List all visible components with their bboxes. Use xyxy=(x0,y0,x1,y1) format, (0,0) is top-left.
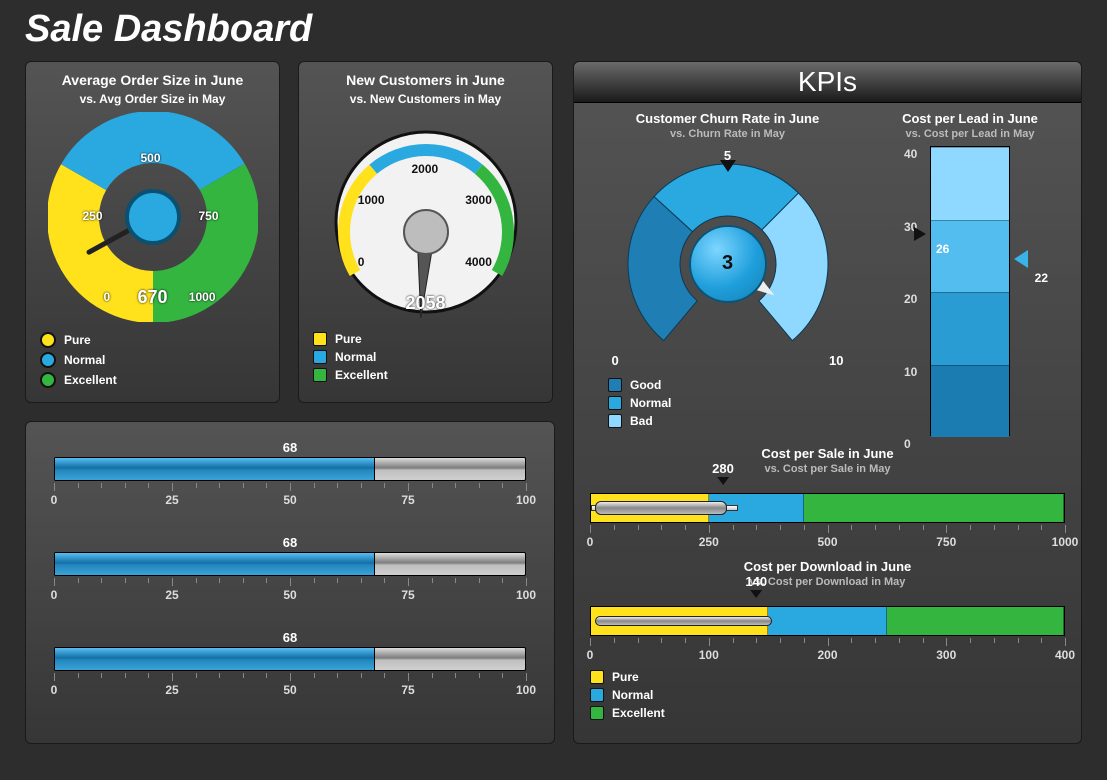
bar-fill-icon xyxy=(55,553,375,575)
kpi-header: KPIs xyxy=(574,62,1081,103)
legend-label: Normal xyxy=(335,350,376,364)
legend-label: Normal xyxy=(64,353,105,367)
churn-tick: 10 xyxy=(829,353,843,368)
bar-track xyxy=(54,647,526,671)
avg-order-subtitle: vs. Avg Order Size in May xyxy=(40,92,265,106)
page-title: Sale Dashboard xyxy=(25,0,1082,61)
excellent-swatch-icon xyxy=(40,372,56,388)
legend-label: Pure xyxy=(64,333,91,347)
panel-new-customers: New Customers in June vs. New Customers … xyxy=(298,61,553,403)
legend-label: Pure xyxy=(612,670,639,684)
cost-download-title: Cost per Download in June xyxy=(590,559,1065,574)
legend-label: Normal xyxy=(612,688,653,702)
cost-download-value: 140 xyxy=(745,574,767,589)
cost-lead-title: Cost per Lead in June xyxy=(875,111,1065,126)
legend-label: Excellent xyxy=(335,368,388,382)
avg-order-value: 670 xyxy=(137,287,167,308)
cost-download-subtitle: vs. Cost per Download in May xyxy=(590,576,1065,588)
actual-marker-icon xyxy=(914,227,926,241)
avg-order-legend: Pure Normal Excellent xyxy=(40,332,265,388)
avg-order-gauge: 670 25050075001000 xyxy=(48,112,258,322)
churn-tick: 0 xyxy=(612,353,619,368)
pure-swatch-icon xyxy=(40,332,56,348)
panel-progress-bars: 680255075100 680255075100 680255075100 xyxy=(25,421,555,744)
bar-value: 68 xyxy=(54,440,526,455)
target-value: 22 xyxy=(1035,271,1048,285)
bar-track xyxy=(54,552,526,576)
churn-subtitle: vs. Churn Rate in May xyxy=(590,128,865,140)
new-customers-gauge: 2058 01000200030004000 xyxy=(321,112,531,322)
cost-download-thumb-icon xyxy=(595,616,772,626)
pure-swatch-icon xyxy=(313,332,327,346)
cost-per-download-chart: Cost per Download in June vs. Cost per D… xyxy=(590,559,1065,662)
excellent-swatch-icon xyxy=(590,706,604,720)
bar-value: 68 xyxy=(54,630,526,645)
legend-label: Normal xyxy=(630,396,671,410)
churn-chart: Customer Churn Rate in June vs. Churn Ra… xyxy=(590,111,865,436)
good-swatch-icon xyxy=(608,378,622,392)
legend-label: Good xyxy=(630,378,661,392)
new-customers-subtitle: vs. New Customers in May xyxy=(313,92,538,106)
cost-per-lead-chart: Cost per Lead in June vs. Cost per Lead … xyxy=(875,111,1065,436)
normal-swatch-icon xyxy=(608,396,622,410)
panel-kpis: KPIs Customer Churn Rate in June vs. Chu… xyxy=(573,61,1082,744)
pure-swatch-icon xyxy=(590,670,604,684)
legend-label: Bad xyxy=(630,414,653,428)
new-customers-title: New Customers in June xyxy=(313,72,538,88)
cost-sale-thumb-icon xyxy=(595,501,727,515)
bar-fill-icon xyxy=(55,648,375,670)
churn-value: 3 xyxy=(689,225,767,303)
actual-value: 26 xyxy=(936,242,949,256)
churn-target-marker-icon xyxy=(720,160,736,172)
panel-avg-order: Average Order Size in June vs. Avg Order… xyxy=(25,61,280,403)
cost-lead-subtitle: vs. Cost per Lead in May xyxy=(875,128,1065,140)
bar-track xyxy=(54,457,526,481)
normal-swatch-icon xyxy=(590,688,604,702)
bar-value: 68 xyxy=(54,535,526,550)
normal-swatch-icon xyxy=(40,352,56,368)
cost-sale-subtitle: vs. Cost per Sale in May xyxy=(590,463,1065,475)
normal-swatch-icon xyxy=(313,350,327,364)
churn-title: Customer Churn Rate in June xyxy=(590,111,865,126)
kpi-legend: Pure Normal Excellent xyxy=(590,670,1065,720)
progress-bar: 680255075100 xyxy=(54,535,526,602)
excellent-swatch-icon xyxy=(313,368,327,382)
progress-bar: 680255075100 xyxy=(54,630,526,697)
cost-sale-title: Cost per Sale in June xyxy=(590,446,1065,461)
bar-fill-icon xyxy=(55,458,375,480)
legend-label: Excellent xyxy=(612,706,665,720)
churn-legend: Good Normal Bad xyxy=(608,378,865,428)
cost-sale-value: 280 xyxy=(712,461,734,476)
legend-label: Pure xyxy=(335,332,362,346)
bad-swatch-icon xyxy=(608,414,622,428)
target-marker-icon xyxy=(1014,250,1028,268)
avg-order-title: Average Order Size in June xyxy=(40,72,265,88)
new-customers-legend: Pure Normal Excellent xyxy=(313,332,538,382)
new-customers-value: 2058 xyxy=(405,293,445,314)
cost-per-sale-chart: Cost per Sale in June vs. Cost per Sale … xyxy=(590,446,1065,549)
progress-bar: 680255075100 xyxy=(54,440,526,507)
legend-label: Excellent xyxy=(64,373,117,387)
